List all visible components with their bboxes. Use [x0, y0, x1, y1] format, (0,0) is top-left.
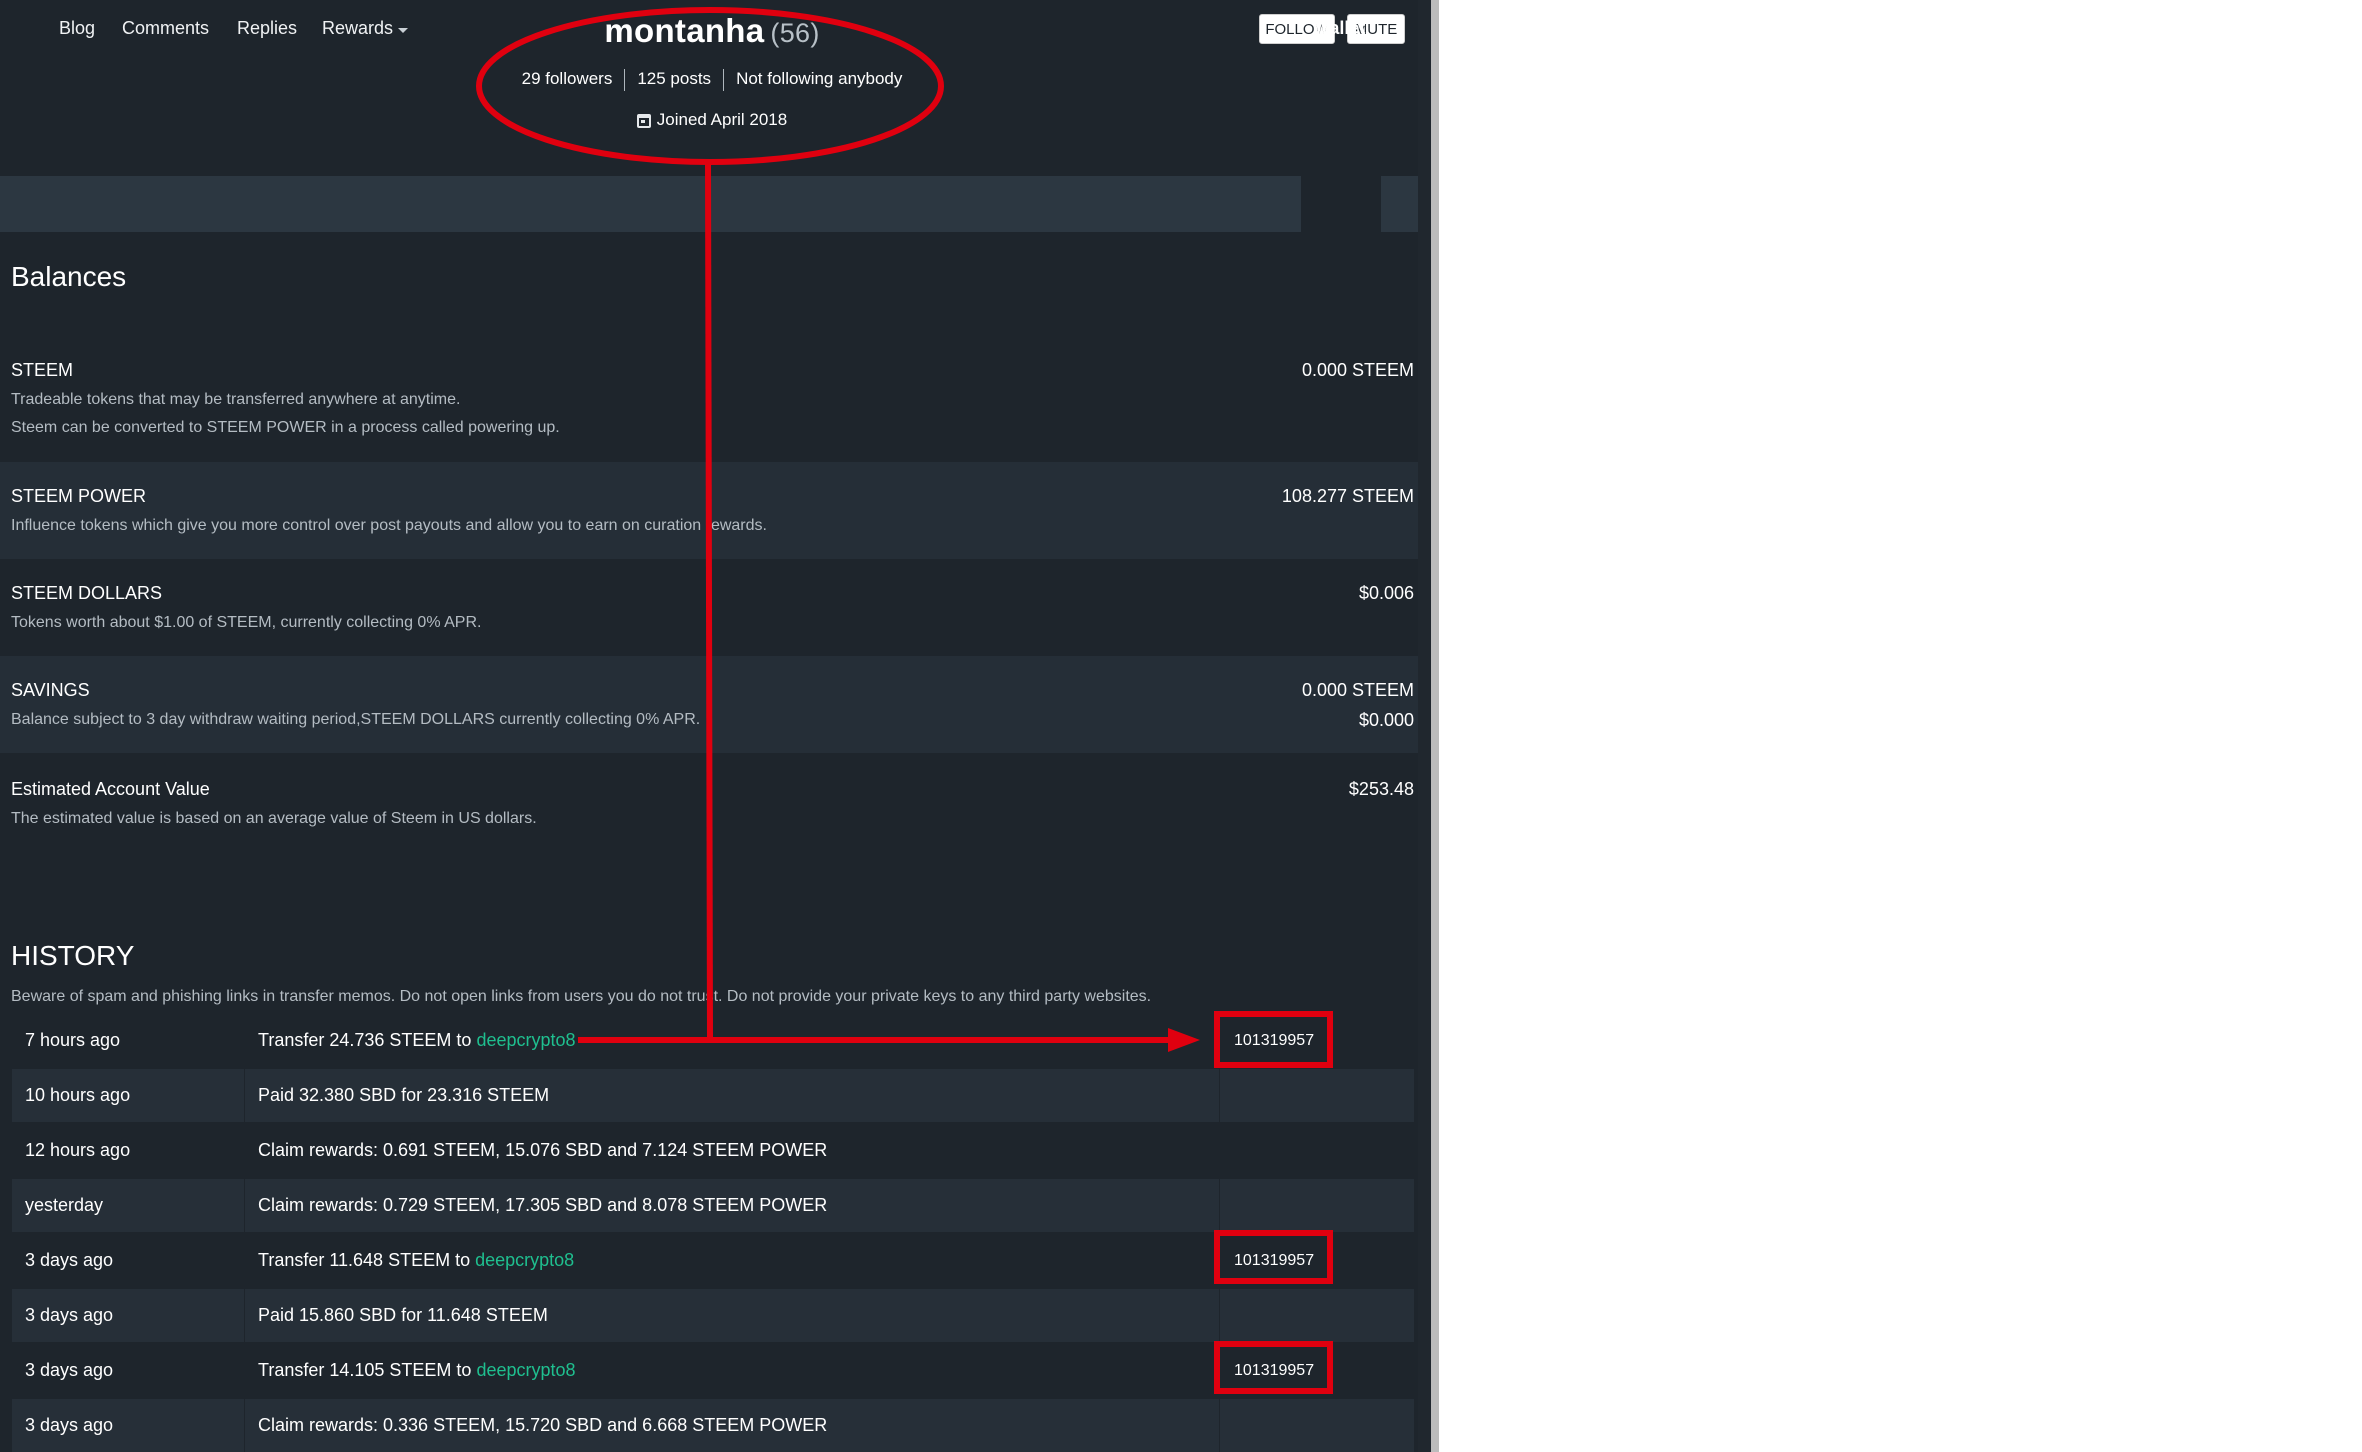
history-row: 7 hours ago Transfer 24.736 STEEM to deep… [12, 1014, 1414, 1067]
tab-replies[interactable]: Replies [237, 0, 297, 56]
balance-label: STEEM DOLLARS [11, 583, 163, 603]
history-warning: Beware of spam and phishing links in tra… [11, 988, 1152, 1005]
history-operation: Claim rewards: 0.336 STEEM, 15.720 SBD a… [258, 1399, 827, 1452]
history-operation-text: Paid 15.860 SBD for 11.648 STEEM [258, 1305, 548, 1325]
history-operation-text: Transfer 14.105 STEEM to [258, 1360, 477, 1380]
balance-description: Balance subject to 3 day withdraw waitin… [11, 711, 701, 728]
history-time[interactable]: 3 days ago [25, 1344, 113, 1397]
cell-divider [244, 1289, 245, 1342]
balances-heading: Balances [11, 261, 127, 292]
history-time[interactable]: yesterday [25, 1179, 103, 1232]
balance-description: Influence tokens which give you more con… [11, 517, 767, 534]
history-row: 3 days ago Claim rewards: 0.336 STEEM, 15… [12, 1399, 1414, 1452]
profile-header: montanha (56) 29 followers 125 posts Not fo… [0, 0, 1431, 176]
balance-description: Tradeable tokens that may be transferred… [11, 391, 461, 408]
scrollbar-track[interactable] [1418, 0, 1431, 1452]
profile-stats: 29 followers 125 posts Not following anybo… [0, 69, 1424, 91]
history-operation-text: Claim rewards: 0.729 STEEM, 17.305 SBD a… [258, 1195, 828, 1215]
balance-value-sbd[interactable]: $0.000 [1359, 710, 1414, 731]
balance-value: $253.48 [1348, 779, 1414, 799]
window-edge [1431, 0, 1439, 1452]
chevron-down-icon [398, 28, 409, 33]
cell-divider [1219, 1069, 1220, 1122]
history-memo: 101319957 [1234, 1362, 1315, 1379]
balance-description: The estimated value is based on an avera… [11, 810, 537, 827]
balance-value[interactable]: 108.277 STEEM [1282, 486, 1414, 507]
history-row: 12 hours ago Claim rewards: 0.691 STEEM, … [12, 1124, 1414, 1177]
cell-divider [1219, 1399, 1220, 1452]
balance-row-steem-power: STEEM POWER Influence tokens which give … [0, 462, 1418, 559]
posts-count[interactable]: 125 posts [625, 69, 723, 89]
history-time[interactable]: 10 hours ago [25, 1069, 130, 1122]
history-memo: 101319957 [1234, 1032, 1315, 1049]
balance-row-steem-dollars: STEEM DOLLARS Tokens worth about $1.00 o… [0, 559, 1418, 656]
profile-nav [0, 176, 1431, 232]
tab-rewards[interactable]: Rewards [322, 0, 409, 56]
tab-blog[interactable]: Blog [59, 0, 95, 56]
history-operation: Paid 15.860 SBD for 11.648 STEEM [258, 1289, 548, 1342]
screenshot-canvas: montanha (56) 29 followers 125 posts Not fo… [0, 0, 2362, 1452]
balance-row-steem: STEEM Tradeable tokens that may be trans… [0, 350, 1418, 462]
cell-divider [244, 1399, 245, 1452]
history-time[interactable]: 3 days ago [25, 1234, 113, 1287]
history-row: yesterday Claim rewards: 0.729 STEEM, 17.… [12, 1179, 1414, 1232]
joined-label: Joined April 2018 [656, 110, 788, 129]
history-time[interactable]: 12 hours ago [25, 1124, 130, 1177]
history-operation: Claim rewards: 0.691 STEEM, 15.076 SBD a… [258, 1124, 827, 1177]
balance-label: STEEM POWER [11, 486, 147, 506]
balance-description: Tokens worth about $1.00 of STEEM, curre… [11, 614, 482, 631]
history-operation-text: Claim rewards: 0.691 STEEM, 15.076 SBD a… [258, 1140, 828, 1160]
history-operation: Transfer 14.105 STEEM to deepcrypto8 [258, 1344, 576, 1397]
cell-divider [244, 1069, 245, 1122]
history-operation-text: Transfer 11.648 STEEM to [258, 1250, 476, 1270]
history-operation-text: Transfer 24.736 STEEM to [258, 1030, 477, 1050]
balance-description: Steem can be converted to STEEM POWER in… [11, 419, 560, 436]
tab-comments[interactable]: Comments [122, 0, 209, 56]
tab-rewards-label: Rewards [322, 18, 394, 38]
balance-row-savings: SAVINGS Balance subject to 3 day withdra… [0, 656, 1418, 753]
cell-divider [244, 1179, 245, 1232]
tab-wallet-active-bg [1301, 176, 1381, 232]
history-row: 3 days ago Transfer 14.105 STEEM to deepc… [12, 1344, 1414, 1397]
history-operation: Transfer 24.736 STEEM to deepcrypto8 [258, 1014, 576, 1067]
balance-label: SAVINGS [11, 680, 90, 700]
history-operation-text: Claim rewards: 0.336 STEEM, 15.720 SBD a… [258, 1415, 828, 1435]
history-time[interactable]: 3 days ago [25, 1399, 113, 1452]
history-time[interactable]: 7 hours ago [25, 1014, 120, 1067]
balance-value[interactable]: $0.006 [1359, 583, 1414, 604]
account-link[interactable]: deepcrypto8 [476, 1030, 575, 1050]
reputation-score: (56) [770, 18, 820, 48]
history-operation-text: Paid 32.380 SBD for 23.316 STEEM [258, 1085, 550, 1105]
history-row: 3 days ago Paid 15.860 SBD for 11.648 STE… [12, 1289, 1414, 1342]
following-count[interactable]: Not following anybody [724, 69, 914, 89]
balance-value[interactable]: 0.000 STEEM [1302, 360, 1414, 381]
cell-divider [1219, 1179, 1220, 1232]
account-link[interactable]: deepcrypto8 [476, 1360, 575, 1380]
balance-label: STEEM [11, 360, 74, 380]
history-time[interactable]: 3 days ago [25, 1289, 113, 1342]
cell-divider [1219, 1289, 1220, 1342]
followers-count[interactable]: 29 followers [510, 69, 625, 89]
history-operation: Paid 32.380 SBD for 23.316 STEEM [258, 1069, 549, 1122]
tab-wallet[interactable]: Wallet [1313, 0, 1365, 56]
account-link[interactable]: deepcrypto8 [475, 1250, 574, 1270]
history-memo: 101319957 [1234, 1252, 1315, 1269]
balance-row-estimated: Estimated Account Value The estimated va… [0, 753, 1418, 850]
balance-value-steem[interactable]: 0.000 STEEM [1302, 680, 1414, 701]
history-operation: Claim rewards: 0.729 STEEM, 17.305 SBD a… [258, 1179, 827, 1232]
history-row: 3 days ago Transfer 11.648 STEEM to deepc… [12, 1234, 1414, 1287]
username: montanha [604, 12, 765, 49]
history-row: 10 hours ago Paid 32.380 SBD for 23.316 S… [12, 1069, 1414, 1122]
calendar-icon [636, 114, 651, 128]
profile-title: montanha (56) [0, 12, 1424, 50]
balance-label: Estimated Account Value [11, 779, 210, 799]
wallet-page: montanha (56) 29 followers 125 posts Not fo… [0, 0, 1431, 1452]
joined-date: Joined April 2018 [0, 110, 1424, 130]
history-operation: Transfer 11.648 STEEM to deepcrypto8 [258, 1234, 574, 1287]
history-heading: HISTORY [11, 940, 135, 971]
